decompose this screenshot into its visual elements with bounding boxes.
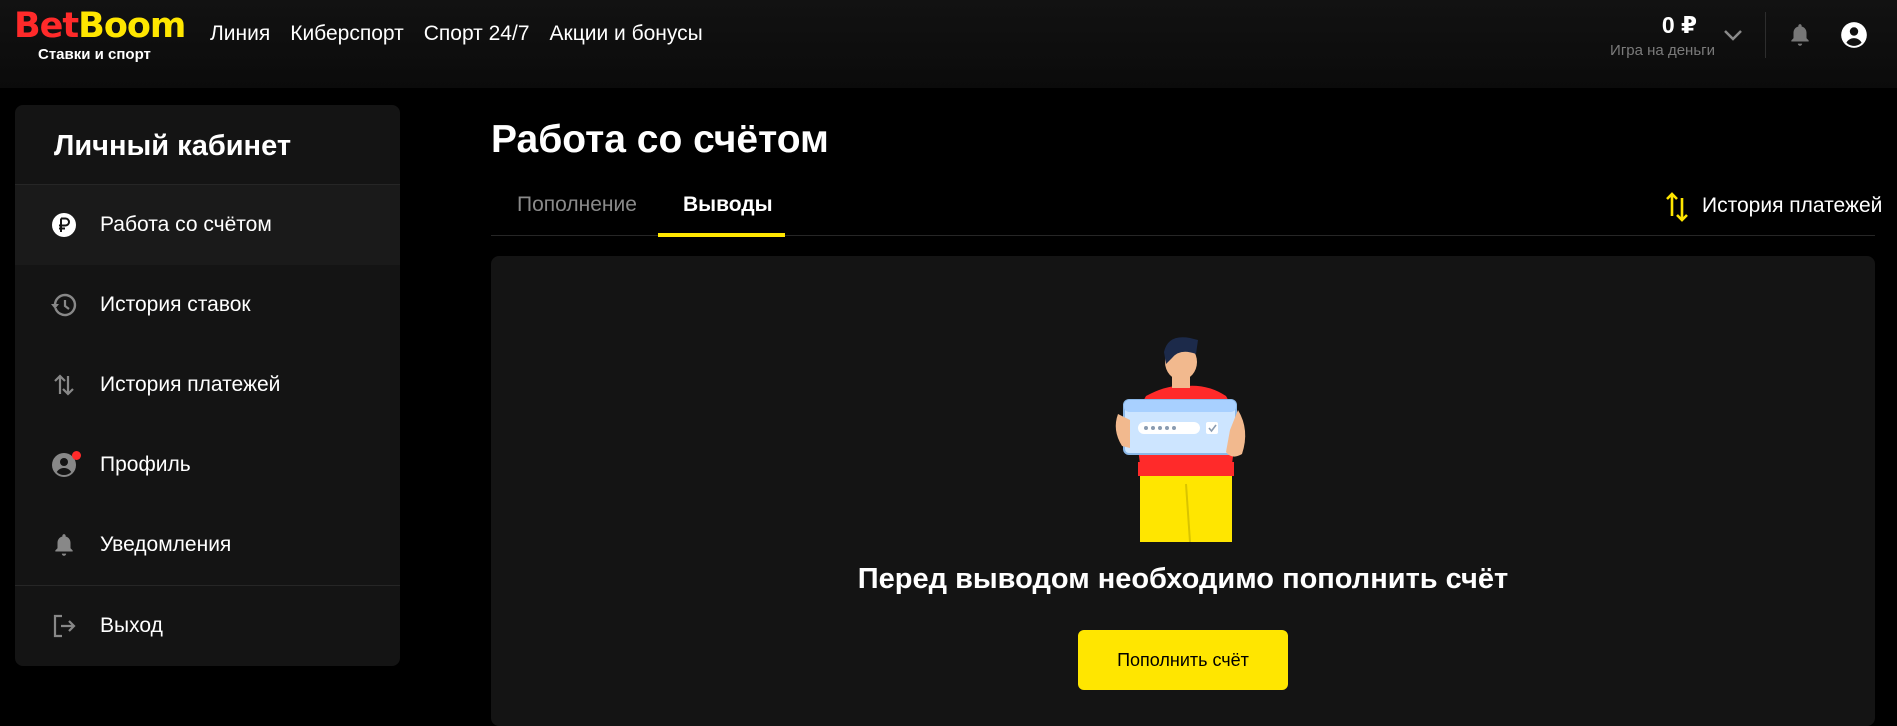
sidebar-item-logout[interactable]: Выход [15,586,400,666]
sidebar-item-label: История платежей [100,373,281,396]
notification-dot [72,451,81,460]
sidebar-item-label: Работа со счётом [100,213,272,236]
sidebar-item-bet-history[interactable]: История ставок [15,265,400,345]
history-icon [51,293,77,317]
chevron-down-icon[interactable] [1722,26,1744,44]
sidebar-item-label: История ставок [100,293,251,316]
page-title: Работа со счётом [491,118,829,161]
logout-icon [53,614,76,638]
sidebar-item-account[interactable]: Работа со счётом [15,185,400,265]
logo-subtitle: Ставки и спорт [38,46,151,63]
active-tab-indicator [658,233,785,237]
empty-state-illustration [1115,337,1246,542]
sidebar-item-label: Уведомления [100,533,232,556]
sidebar-item-notifications[interactable]: Уведомления [15,505,400,585]
bell-icon [55,534,73,556]
sidebar-item-label: Профиль [100,453,191,476]
nav-sport-247[interactable]: Спорт 24/7 [424,22,530,46]
sidebar-item-payment-history[interactable]: История платежей [15,345,400,425]
nav-esports[interactable]: Киберспорт [290,22,404,46]
nav-line[interactable]: Линия [210,22,270,46]
sidebar-title: Личный кабинет [54,130,292,162]
logo-boom-text: Boom [78,6,186,46]
ruble-icon [52,213,76,237]
transfer-icon [1666,192,1688,222]
nav-promotions[interactable]: Акции и бонусы [550,22,703,46]
payment-history-label: История платежей [1702,194,1883,217]
deposit-button[interactable]: Пополнить счёт [1078,630,1288,690]
transfer-icon [54,374,74,396]
empty-state-message: Перед выводом необходимо пополнить счёт [857,563,1509,595]
header-divider [1765,12,1766,58]
bell-icon[interactable] [1787,22,1813,48]
top-header: BetBoom Ставки и спорт Линия Киберспорт … [0,0,1897,88]
main-nav: Линия Киберспорт Спорт 24/7 Акции и бону… [210,22,703,46]
tab-withdrawals[interactable]: Выводы [683,193,773,217]
balance-amount: 0 ₽ [1661,12,1697,38]
sidebar-item-profile[interactable]: Профиль [15,425,400,505]
betboom-logo[interactable]: BetBoom Ставки и спорт [14,6,194,66]
account-sidebar: Личный кабинет Работа со счётом История … [15,105,400,666]
user-icon[interactable] [1840,21,1868,49]
balance-label: Игра на деньги [1610,42,1715,59]
sidebar-item-label: Выход [100,614,163,637]
logo-bet-text: Bet [14,6,79,46]
balance-widget[interactable]: 0 ₽ Игра на деньги [1575,12,1715,59]
tab-deposit[interactable]: Пополнение [517,193,637,217]
